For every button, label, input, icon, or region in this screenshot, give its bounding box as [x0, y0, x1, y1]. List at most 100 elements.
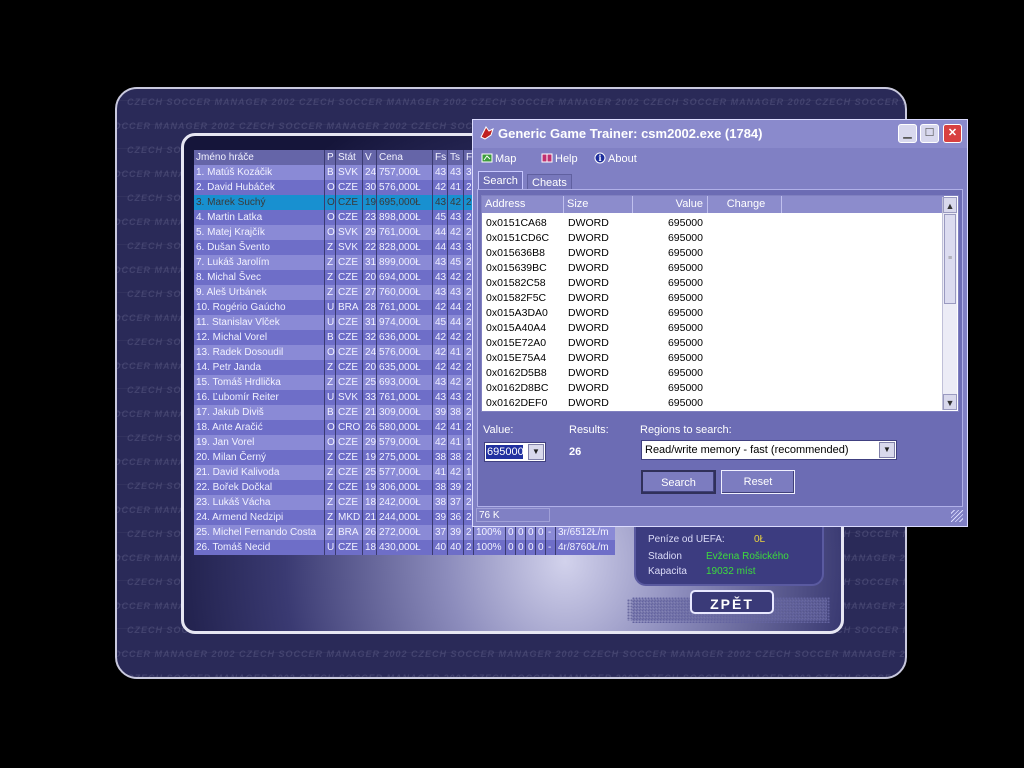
- player-cell-fs: 45: [432, 315, 447, 330]
- header-ts[interactable]: Ts: [447, 150, 463, 165]
- result-row[interactable]: 0x015636B8 DWORD 695000: [482, 246, 944, 261]
- player-cell-st: CZE: [335, 540, 362, 555]
- close-button[interactable]: ✕: [943, 124, 962, 143]
- result-row[interactable]: 0x01582F5C DWORD 695000: [482, 291, 944, 306]
- result-value: 695000: [667, 337, 703, 349]
- header-name[interactable]: Jméno hráče: [194, 150, 324, 165]
- player-cell-p: Z: [324, 240, 335, 255]
- value-input-text[interactable]: 695000: [486, 445, 524, 459]
- regions-select[interactable]: Read/write memory - fast (recommended) ▼: [641, 440, 897, 460]
- svg-text:i: i: [598, 153, 601, 163]
- result-row[interactable]: 0x0151CA68 DWORD 695000: [482, 216, 944, 231]
- player-cell-cena: 635,000Ł: [376, 360, 432, 375]
- player-cell-name: 19. Jan Vorel: [196, 437, 255, 448]
- player-cell-cena: 693,000Ł: [376, 375, 432, 390]
- stadium-value: Evžena Rošického: [706, 551, 789, 562]
- player-cell-ts: 44: [447, 315, 463, 330]
- player-cell-cena: 760,000Ł: [376, 285, 432, 300]
- column-value[interactable]: Value: [633, 196, 708, 213]
- result-row[interactable]: 0x01582C58 DWORD 695000: [482, 276, 944, 291]
- player-cell-ts: 42: [447, 195, 463, 210]
- result-address: 0x015639BC: [486, 262, 547, 274]
- results-scrollbar[interactable]: ▲ ≡ ▼: [942, 197, 957, 410]
- title-bar[interactable]: Generic Game Trainer: csm2002.exe (1784)…: [473, 120, 967, 148]
- results-list[interactable]: Address Size Value Change 0x0151CA68 DWOR…: [481, 195, 959, 412]
- player-cell-fs: 43: [432, 195, 447, 210]
- player-cell-extra: 0: [535, 540, 545, 555]
- player-cell-p: Z: [324, 480, 335, 495]
- result-row[interactable]: 0x0162DEF0 DWORD 695000: [482, 396, 944, 411]
- scroll-down-button[interactable]: ▼: [943, 394, 957, 410]
- result-address: 0x015A40A4: [486, 322, 547, 334]
- result-value: 695000: [667, 307, 703, 319]
- player-cell-v: 33: [362, 390, 376, 405]
- player-cell-v: 27: [362, 285, 376, 300]
- chevron-down-icon: ▼: [883, 445, 891, 454]
- player-cell-cena: 576,000Ł: [376, 345, 432, 360]
- grip-icon: ≡: [947, 255, 953, 262]
- reset-button[interactable]: Reset: [721, 470, 795, 494]
- value-dropdown-button[interactable]: ▼: [528, 444, 544, 460]
- menu-item-help[interactable]: Help: [541, 152, 578, 165]
- result-value: 695000: [667, 217, 703, 229]
- player-cell-ts: 43: [447, 210, 463, 225]
- result-address: 0x0151CD6C: [486, 232, 550, 244]
- search-button[interactable]: Search: [641, 470, 716, 494]
- player-cell-fs: 38: [432, 495, 447, 510]
- player-cell-ts: 44: [447, 300, 463, 315]
- player-cell-fs: 43: [432, 165, 447, 180]
- result-address: 0x0162D5B8: [486, 367, 547, 379]
- player-cell-p: B: [324, 330, 335, 345]
- player-cell-v: 26: [362, 420, 376, 435]
- player-cell-v: 22: [362, 240, 376, 255]
- player-cell-st: CZE: [335, 465, 362, 480]
- player-cell-ts: 36: [447, 510, 463, 525]
- player-cell-fs: 42: [432, 435, 447, 450]
- player-cell-st: CZE: [335, 255, 362, 270]
- result-value: 695000: [667, 322, 703, 334]
- column-address[interactable]: Address: [482, 196, 564, 213]
- player-row[interactable]: 25. Michel Fernando Costa Z BRA 26 272,000Ł 3…: [194, 525, 615, 540]
- player-cell-name: 11. Stanislav Vlček: [196, 317, 280, 328]
- player-cell-cena: 694,000Ł: [376, 270, 432, 285]
- player-row[interactable]: 26. Tomáš Necid U CZE 18 430,000Ł 40 40 2 100% 0 0…: [194, 540, 615, 555]
- player-cell-cena: 306,000Ł: [376, 480, 432, 495]
- result-row[interactable]: 0x015E72A0 DWORD 695000: [482, 336, 944, 351]
- column-change[interactable]: Change: [708, 196, 782, 213]
- result-row[interactable]: 0x0151CD6C DWORD 695000: [482, 231, 944, 246]
- result-row[interactable]: 0x015A40A4 DWORD 695000: [482, 321, 944, 336]
- stadium-capacity: Kapacita 19032 míst: [648, 566, 755, 577]
- back-button[interactable]: ZPĚT: [690, 590, 774, 614]
- resize-grip-icon[interactable]: [951, 510, 963, 522]
- player-cell-fs: 42: [432, 360, 447, 375]
- menu-item-map[interactable]: Map: [481, 152, 516, 165]
- player-cell-st: SVK: [335, 225, 362, 240]
- scroll-thumb[interactable]: ≡: [944, 214, 956, 304]
- header-country[interactable]: Stát: [335, 150, 362, 165]
- minimize-button[interactable]: ▁: [898, 124, 917, 143]
- header-fs[interactable]: Fs: [432, 150, 447, 165]
- player-cell-p: U: [324, 315, 335, 330]
- header-position[interactable]: P: [324, 150, 335, 165]
- player-cell-extra: 0: [505, 540, 515, 555]
- tab-search[interactable]: Search: [478, 171, 523, 190]
- value-input[interactable]: 695000 ▼: [484, 442, 546, 462]
- regions-dropdown-button[interactable]: ▼: [879, 442, 895, 458]
- header-age[interactable]: V: [362, 150, 376, 165]
- column-size[interactable]: Size: [564, 196, 633, 213]
- maximize-button[interactable]: ☐: [920, 124, 939, 143]
- result-value: 695000: [667, 367, 703, 379]
- result-value: 695000: [667, 397, 703, 409]
- scroll-up-button[interactable]: ▲: [943, 197, 957, 213]
- player-cell-extra: 100%: [473, 525, 505, 540]
- header-price[interactable]: Cena: [376, 150, 432, 165]
- menu-item-about[interactable]: i About: [594, 152, 637, 165]
- result-size: DWORD: [568, 262, 609, 274]
- result-row[interactable]: 0x0162D5B8 DWORD 695000: [482, 366, 944, 381]
- result-row[interactable]: 0x0162D8BC DWORD 695000: [482, 381, 944, 396]
- result-row[interactable]: 0x015639BC DWORD 695000: [482, 261, 944, 276]
- result-row[interactable]: 0x015E75A4 DWORD 695000: [482, 351, 944, 366]
- result-size: DWORD: [568, 352, 609, 364]
- player-cell-cena: 309,000Ł: [376, 405, 432, 420]
- result-row[interactable]: 0x015A3DA0 DWORD 695000: [482, 306, 944, 321]
